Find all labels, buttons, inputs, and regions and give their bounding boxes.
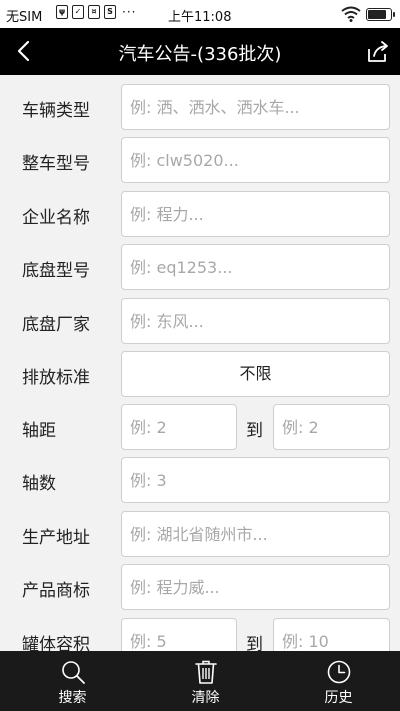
chassis-maker-input[interactable]: [121, 298, 390, 344]
axle-count-input[interactable]: [121, 457, 390, 503]
bottom-tab-bar: 搜索 清除 历史: [0, 651, 400, 711]
row-company-name: 企业名称: [0, 191, 400, 237]
axle-count-label: 轴数: [22, 474, 56, 494]
share-icon[interactable]: [366, 40, 390, 64]
chassis-model-input[interactable]: [121, 244, 390, 290]
emission-standard-select[interactable]: 不限: [121, 351, 390, 397]
tank-volume-from-input[interactable]: [121, 618, 237, 651]
wheelbase-to-label: 到: [246, 421, 263, 441]
row-brand: 产品商标: [0, 564, 400, 610]
wheelbase-label: 轴距: [22, 421, 56, 441]
clock-icon: [327, 660, 351, 684]
page-title: 汽车公告-(336批次): [118, 44, 282, 65]
vehicle-type-label: 车辆类型: [22, 101, 90, 121]
wifi-icon: [341, 6, 361, 22]
tab-clear-label: 清除: [191, 690, 220, 706]
usb-icon: ψ: [56, 5, 68, 19]
more-icon: ···: [122, 5, 137, 19]
row-tank-volume: 罐体容积 到: [0, 618, 400, 651]
vehicle-model-label: 整车型号: [22, 154, 90, 174]
brand-input[interactable]: [121, 564, 390, 610]
row-axle-count: 轴数: [0, 457, 400, 503]
tab-search[interactable]: 搜索: [6, 651, 139, 711]
carrier-text: 无SIM: [6, 10, 43, 25]
search-form: 车辆类型 整车型号 企业名称 底盘型号 底盘厂家 排放标准 不限 轴距 到 轴数…: [0, 75, 400, 651]
battery-fill: [368, 10, 387, 19]
battery-icon: [366, 8, 395, 21]
row-emission-standard: 排放标准 不限: [0, 351, 400, 397]
company-name-input[interactable]: [121, 191, 390, 237]
production-address-label: 生产地址: [22, 528, 90, 548]
tab-history-label: 历史: [324, 690, 353, 706]
nav-bar: 汽车公告-(336批次): [0, 28, 400, 75]
tank-volume-label: 罐体容积: [22, 635, 90, 651]
row-chassis-maker: 底盘厂家: [0, 298, 400, 344]
status-time: 上午11:08: [168, 10, 232, 25]
brand-label: 产品商标: [22, 581, 90, 601]
tab-history[interactable]: 历史: [272, 651, 400, 711]
sync-icon: S: [104, 5, 116, 19]
wheelbase-to-input[interactable]: [273, 404, 390, 450]
chassis-model-label: 底盘型号: [22, 261, 90, 281]
row-wheelbase: 轴距 到: [0, 404, 400, 450]
chassis-maker-label: 底盘厂家: [22, 315, 90, 335]
row-chassis-model: 底盘型号: [0, 244, 400, 290]
production-address-input[interactable]: [121, 511, 390, 557]
tank-volume-to-label: 到: [246, 635, 263, 651]
tank-volume-to-input[interactable]: [273, 618, 390, 651]
emission-standard-label: 排放标准: [22, 368, 90, 388]
vehicle-type-input[interactable]: [121, 84, 390, 130]
sd-card-icon: ¤: [88, 5, 100, 19]
vehicle-model-input[interactable]: [121, 137, 390, 183]
company-name-label: 企业名称: [22, 208, 90, 228]
row-production-address: 生产地址: [0, 511, 400, 557]
tab-search-label: 搜索: [58, 690, 87, 706]
system-icons: ψ ✓ ¤ S ···: [56, 5, 136, 19]
tab-clear[interactable]: 清除: [139, 651, 272, 711]
notification-icon: ✓: [72, 5, 84, 19]
wheelbase-from-input[interactable]: [121, 404, 237, 450]
trash-icon: [195, 660, 217, 684]
row-vehicle-type: 车辆类型: [0, 84, 400, 130]
status-bar: 无SIM ψ ✓ ¤ S ··· 上午11:08: [0, 0, 400, 28]
search-icon: [62, 661, 85, 684]
row-vehicle-model: 整车型号: [0, 137, 400, 183]
